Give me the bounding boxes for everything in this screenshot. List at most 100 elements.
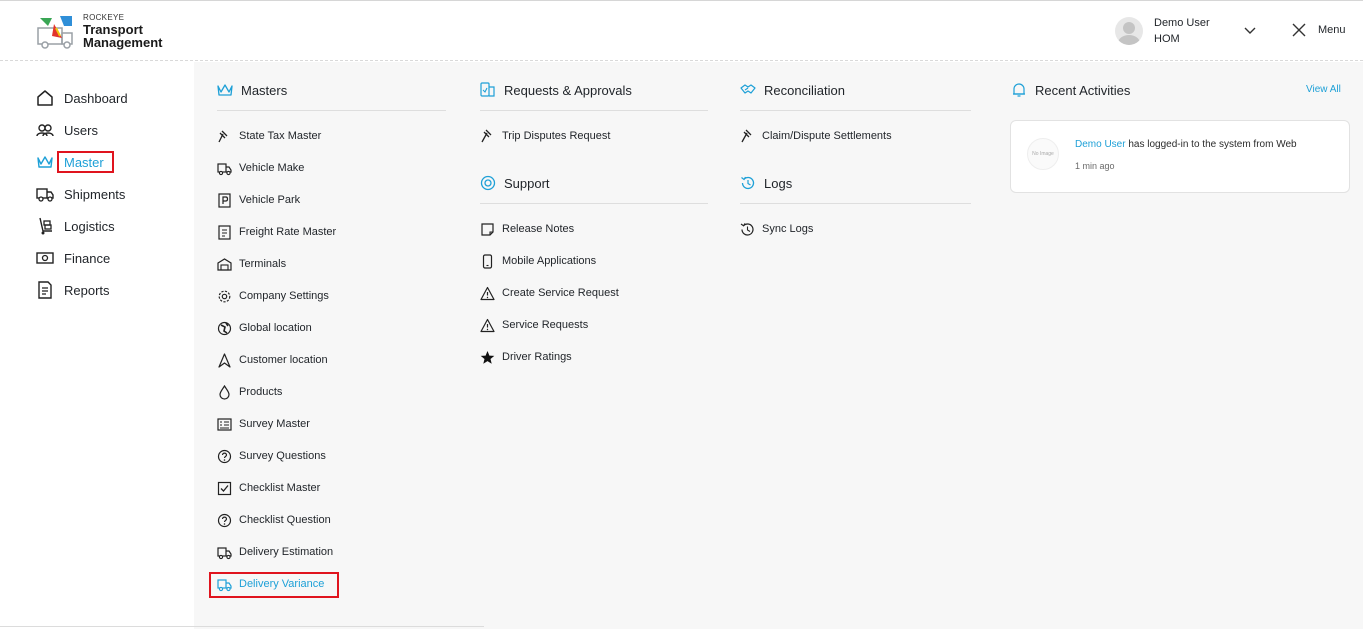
truck-icon <box>36 188 54 202</box>
menu-item-label: Delivery Estimation <box>239 546 334 558</box>
warehouse-icon <box>217 257 232 271</box>
survey-form-icon <box>217 417 232 431</box>
gavel-icon <box>741 129 752 142</box>
reconciliation-title: Reconciliation <box>764 82 845 98</box>
menu-item-label: Checklist Master <box>239 482 321 494</box>
sidebar-item-logistics[interactable]: Logistics <box>36 215 115 237</box>
logs-title: Logs <box>764 175 793 191</box>
bottom-divider <box>0 626 484 627</box>
masters-item-freight-rate-master[interactable]: Freight Rate Master <box>217 223 336 241</box>
delivery-variance-highlight-box <box>209 572 339 598</box>
mobile-phone-icon <box>482 253 493 269</box>
menu-item-label: Claim/Dispute Settlements <box>762 130 892 142</box>
masters-item-customer-location[interactable]: Customer location <box>217 351 328 369</box>
menu-item-label: Release Notes <box>502 223 575 235</box>
menu-item-label: Mobile Applications <box>502 255 597 267</box>
question-circle-icon <box>217 449 232 463</box>
warning-icon <box>480 318 495 332</box>
report-icon <box>38 281 52 299</box>
user-role: HOM <box>1154 33 1180 45</box>
document-icon <box>218 224 231 240</box>
globe-icon <box>217 321 232 335</box>
master-highlight-box <box>57 151 114 173</box>
menu-item-label: Survey Master <box>239 418 310 430</box>
logs-heading: Logs <box>740 173 792 193</box>
activity-text: Demo User has logged-in to the system fr… <box>1075 139 1297 150</box>
menu-item-label: Freight Rate Master <box>239 226 337 238</box>
sidebar-item-shipments[interactable]: Shipments <box>36 183 125 205</box>
app-header: ROCKEYE Transport Management Demo User H… <box>0 3 1363 61</box>
reconciliation-heading: Reconciliation <box>740 80 845 100</box>
menu-item-label: Create Service Request <box>502 287 619 299</box>
menu-item-label: Survey Questions <box>239 450 326 462</box>
menu-button[interactable]: Menu <box>1292 23 1346 37</box>
crown-icon <box>217 84 233 96</box>
sidebar-item-users[interactable]: Users <box>36 119 98 141</box>
approvals-icon <box>480 82 495 97</box>
brand-title-line1: Transport <box>83 21 143 37</box>
masters-item-products[interactable]: Products <box>217 383 282 401</box>
rockeye-logo-icon <box>37 16 73 49</box>
sidebar-item-label: Logistics <box>64 218 115 234</box>
logs-item-sync-logs[interactable]: Sync Logs <box>740 220 813 238</box>
support-item-driver-ratings[interactable]: Driver Ratings <box>480 348 572 366</box>
navigation-arrow-icon <box>218 352 231 368</box>
masters-item-vehicle-park[interactable]: Vehicle Park <box>217 191 300 209</box>
masters-item-checklist-question[interactable]: Checklist Question <box>217 511 331 529</box>
users-icon <box>36 124 54 137</box>
droplet-icon <box>219 384 230 400</box>
view-all-link[interactable]: View All <box>1306 84 1341 95</box>
sidebar-item-dashboard[interactable]: Dashboard <box>36 87 128 109</box>
checkbox-icon <box>217 481 232 495</box>
support-item-release-notes[interactable]: Release Notes <box>480 220 574 238</box>
support-item-mobile-applications[interactable]: Mobile Applications <box>480 252 596 270</box>
parking-icon <box>218 192 231 208</box>
user-profile[interactable]: Demo User HOM <box>1115 15 1210 47</box>
support-title: Support <box>504 175 550 191</box>
sidebar-item-label: Reports <box>64 282 110 298</box>
menu-item-label: Company Settings <box>239 290 329 302</box>
masters-item-state-tax-master[interactable]: State Tax Master <box>217 127 321 145</box>
requests-item-trip-disputes-request[interactable]: Trip Disputes Request <box>480 127 610 145</box>
support-item-create-service-request[interactable]: Create Service Request <box>480 284 619 302</box>
menu-item-label: Global location <box>239 322 312 334</box>
menu-item-label: Service Requests <box>502 319 589 331</box>
truck-icon <box>217 162 232 175</box>
masters-item-delivery-estimation[interactable]: Delivery Estimation <box>217 543 333 561</box>
activity-card: No Image Demo User has logged-in to the … <box>1010 120 1350 193</box>
support-item-service-requests[interactable]: Service Requests <box>480 316 588 334</box>
activity-user-link[interactable]: Demo User <box>1075 139 1126 150</box>
note-icon <box>481 222 494 236</box>
menu-item-label: State Tax Master <box>239 130 322 142</box>
reconciliation-item-claim-dispute-settlements[interactable]: Claim/Dispute Settlements <box>740 127 892 145</box>
masters-item-company-settings[interactable]: Company Settings <box>217 287 329 305</box>
recent-activities-heading: Recent Activities <box>1011 80 1130 100</box>
masters-item-vehicle-make[interactable]: Vehicle Make <box>217 159 304 177</box>
menu-item-label: Trip Disputes Request <box>502 130 611 142</box>
hand-truck-icon <box>39 217 52 235</box>
divider <box>480 203 708 204</box>
gavel-icon <box>218 130 228 142</box>
home-icon <box>37 90 53 106</box>
history-icon <box>741 176 755 190</box>
app-logo[interactable]: ROCKEYE Transport Management <box>36 13 162 50</box>
support-heading: Support <box>480 173 550 193</box>
masters-item-survey-master[interactable]: Survey Master <box>217 415 310 433</box>
sidebar-item-reports[interactable]: Reports <box>36 279 110 301</box>
masters-item-checklist-master[interactable]: Checklist Master <box>217 479 320 497</box>
question-circle-icon <box>217 513 232 527</box>
gear-icon <box>218 290 231 302</box>
masters-item-global-location[interactable]: Global location <box>217 319 312 337</box>
menu-item-label: Sync Logs <box>762 223 814 235</box>
close-icon <box>1292 23 1306 37</box>
menu-item-label: Products <box>239 386 283 398</box>
requests-heading: Requests & Approvals <box>480 80 632 100</box>
masters-item-survey-questions[interactable]: Survey Questions <box>217 447 326 465</box>
chevron-down-icon[interactable] <box>1243 23 1257 37</box>
warning-icon <box>480 286 495 300</box>
sidebar: Dashboard Users Master Shipments Logisti… <box>0 62 194 629</box>
sidebar-item-label: Users <box>64 122 98 138</box>
menu-item-label: Vehicle Make <box>239 162 305 174</box>
sidebar-item-finance[interactable]: Finance <box>36 247 110 269</box>
masters-item-terminals[interactable]: Terminals <box>217 255 286 273</box>
